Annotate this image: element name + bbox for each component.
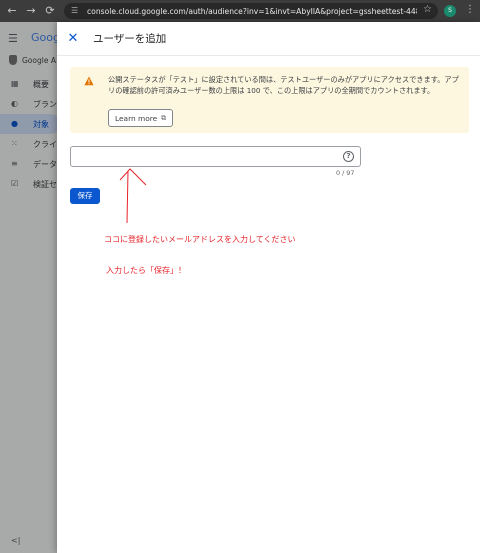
browser-toolbar: ← → ⟳ ☰ console.cloud.google.com/auth/au… — [0, 0, 480, 22]
annotation-arrow — [119, 168, 147, 224]
profile-avatar[interactable]: S — [444, 5, 456, 17]
add-user-panel: ✕ ユーザーを追加 公開ステータスが「テスト」に設定されている間は、テストユーザ… — [57, 22, 480, 553]
reload-icon[interactable]: ⟳ — [43, 4, 57, 18]
annotation-note-save: 入力したら「保存」！ — [106, 266, 186, 275]
address-bar[interactable]: ☰ console.cloud.google.com/auth/audience… — [64, 3, 438, 19]
url-text[interactable]: console.cloud.google.com/auth/audience?i… — [87, 7, 417, 16]
arrow-shaft — [126, 170, 129, 224]
arrow-head — [119, 168, 147, 186]
browser-menu-icon[interactable]: ⋮ — [465, 4, 475, 15]
back-icon[interactable]: ← — [5, 4, 19, 18]
annotation-note-input: ココに登録したいメールアドレスを入力してください — [104, 235, 296, 244]
site-settings-icon[interactable]: ☰ — [71, 6, 81, 16]
bookmark-star-icon[interactable]: ☆ — [423, 4, 432, 15]
forward-icon[interactable]: → — [24, 4, 38, 18]
